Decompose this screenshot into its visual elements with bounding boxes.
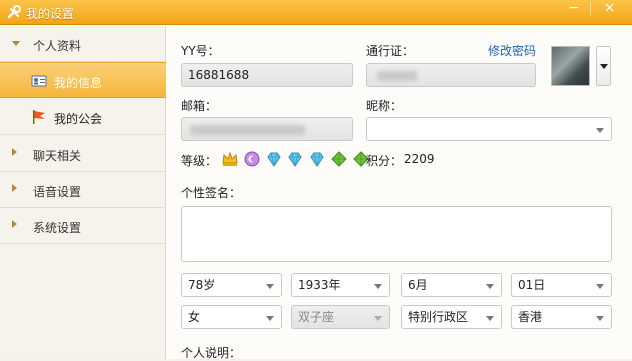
passport-field: [366, 63, 536, 87]
yy-label: YY号：: [181, 44, 220, 58]
chevron-down-icon: [374, 316, 382, 321]
title-button-divider: [590, 2, 591, 16]
settings-window: 我的设置 − × 个人资料 我的信息 我的公会 聊天相关 语音设置 系统设置 Y…: [0, 0, 632, 360]
birth-day-select[interactable]: 01日: [511, 273, 612, 297]
flag-icon: [33, 110, 45, 124]
nickname-label: 昵称：: [366, 99, 403, 113]
email-field: [181, 117, 353, 141]
birth-year-select[interactable]: 1933年: [291, 273, 390, 297]
sidebar-group-label: 语音设置: [33, 185, 82, 199]
diamond-icon: [267, 152, 281, 167]
sidebar-group-label: 聊天相关: [33, 149, 82, 163]
chevron-down-icon: [486, 284, 494, 289]
city-select[interactable]: 香港: [511, 305, 612, 329]
age-value: 78岁: [188, 278, 216, 292]
minimize-button[interactable]: −: [560, 0, 588, 18]
region-select[interactable]: 特别行政区: [401, 305, 502, 329]
chevron-down-icon: [596, 284, 604, 289]
region-value: 特别行政区: [408, 310, 469, 324]
passport-label: 通行证：: [366, 44, 415, 58]
sidebar-group-system[interactable]: 系统设置: [0, 208, 166, 244]
chevron-down-icon: [600, 64, 608, 69]
my-info-panel: YY号： 16881688 通行证： 修改密码 邮箱： 昵称： 等级： 积分： …: [167, 26, 632, 360]
diamond-icon: [288, 152, 303, 167]
chevron-down-icon: [374, 284, 382, 289]
sidebar-group-chat[interactable]: 聊天相关: [0, 136, 166, 172]
chevron-down-icon: [266, 316, 274, 321]
birth-month-value: 6月: [408, 278, 428, 292]
chevron-right-icon: [12, 184, 17, 192]
chevron-down-icon: [12, 41, 20, 46]
sidebar-item-label: 我的信息: [54, 76, 103, 90]
sidebar-group-voice[interactable]: 语音设置: [0, 172, 166, 208]
level-badges: [222, 151, 371, 167]
signature-label: 个性签名：: [181, 186, 242, 200]
zodiac-value: 双子座: [298, 310, 335, 324]
chevron-right-icon: [12, 220, 17, 228]
window-title: 我的设置: [26, 7, 75, 21]
gender-select[interactable]: 女: [181, 305, 282, 329]
chevron-down-icon: [596, 128, 604, 133]
signature-input[interactable]: [181, 206, 612, 262]
crown-icon: [222, 151, 238, 166]
title-bar: 我的设置 − ×: [0, 0, 632, 25]
change-password-link[interactable]: 修改密码: [488, 42, 536, 59]
sidebar-group-personal[interactable]: 个人资料: [0, 26, 166, 62]
email-label: 邮箱：: [181, 99, 218, 113]
gender-value: 女: [188, 310, 201, 324]
birth-year-value: 1933年: [298, 278, 341, 292]
sidebar-group-label: 系统设置: [33, 221, 82, 235]
chevron-down-icon: [596, 316, 604, 321]
id-card-icon: [31, 75, 47, 87]
moon-icon: [244, 151, 260, 167]
level-label: 等级：: [181, 154, 218, 168]
tools-icon: [7, 5, 21, 19]
leaf-icon: [331, 151, 347, 167]
points-value: 2209: [404, 152, 435, 166]
age-select[interactable]: 78岁: [181, 273, 282, 297]
sidebar-item-label: 我的公会: [54, 112, 103, 126]
sidebar-item-my-info[interactable]: 我的信息: [0, 62, 166, 98]
description-label: 个人说明：: [181, 346, 242, 360]
zodiac-select: 双子座: [291, 305, 390, 329]
chevron-right-icon: [12, 148, 17, 156]
avatar[interactable]: [551, 46, 590, 86]
diamond-icon: [310, 152, 324, 167]
nickname-field[interactable]: [366, 117, 612, 141]
birth-month-select[interactable]: 6月: [401, 273, 502, 297]
birth-day-value: 01日: [518, 278, 546, 292]
yy-number-field: 16881688: [181, 63, 353, 87]
close-button[interactable]: ×: [593, 0, 626, 18]
sidebar-group-label: 个人资料: [33, 39, 82, 53]
chevron-down-icon: [266, 284, 274, 289]
sidebar-item-my-guild[interactable]: 我的公会: [0, 99, 166, 135]
settings-sidebar: 个人资料 我的信息 我的公会 聊天相关 语音设置 系统设置: [0, 26, 166, 359]
redacted-value: [377, 71, 417, 81]
city-value: 香港: [518, 310, 543, 324]
chevron-down-icon: [486, 316, 494, 321]
points-label: 积分：: [366, 154, 403, 168]
redacted-value: [190, 125, 305, 135]
avatar-dropdown-button[interactable]: [596, 46, 611, 86]
